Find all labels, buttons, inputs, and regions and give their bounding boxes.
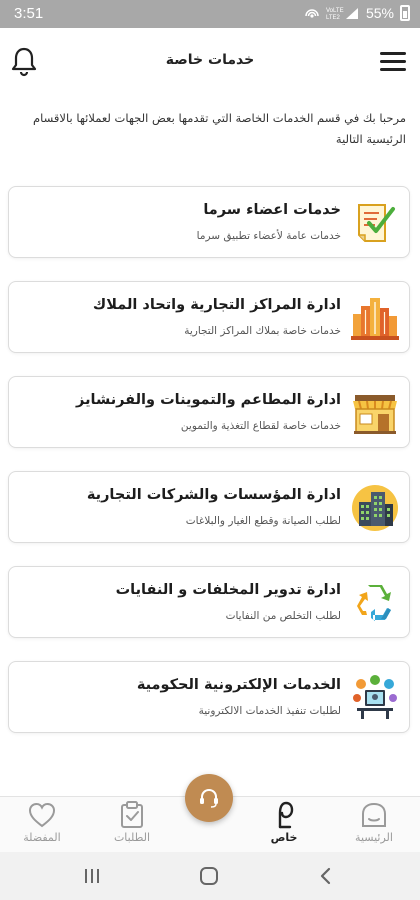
service-card-companies[interactable]: ادارة المؤسسات والشركات التجارية لطلب ال… [8,471,410,543]
checklist-document-icon [358,204,395,242]
service-subtitle: لطلب الصيانة وقطع الغيار والبلاغات [185,515,341,527]
service-title: ادارة المراكز التجارية واتحاد الملاك [92,297,341,313]
menu-icon[interactable] [380,52,406,72]
battery-percent: 55% [365,5,394,21]
app-header: خدمات خاصة [0,28,420,94]
back-icon[interactable] [316,866,336,886]
intro-text: مرحبا بك في قسم الخدمات الخاصة التي تقدم… [33,111,406,146]
home-button-icon[interactable] [198,866,220,886]
home-icon [362,802,386,827]
nav-label: خاص [270,831,298,844]
service-subtitle: خدمات خاصة لقطاع التغذية والتموين [180,420,341,432]
service-card-sarma-members[interactable]: خدمات اعضاء سرما خدمات عامة لأعضاء تطبيق… [8,186,410,258]
battery-icon [400,5,410,21]
nav-label: الطلبات [113,831,151,844]
service-card-recycling[interactable]: ادارة تدوير المخلفات و النفايات لطلب الت… [8,566,410,638]
service-title: ادارة المطاعم والتموينات والفرنشايز [76,392,341,408]
system-nav-bar [0,852,420,900]
storefront-icon [353,395,397,434]
status-bar: 3:51 VoLTE LTE2 55% [0,0,420,28]
service-title: ادارة المؤسسات والشركات التجارية [86,487,341,503]
nav-favorites[interactable]: المفضلة [10,801,74,851]
nav-requests[interactable]: الطلبات [100,801,164,851]
headset-icon [200,788,218,808]
service-card-commercial-centers[interactable]: ادارة المراكز التجارية واتحاد الملاك خدم… [8,281,410,353]
services-list: خدمات اعضاء سرما خدمات عامة لأعضاء تطبيق… [8,186,410,756]
service-title: ادارة تدوير المخلفات و النفايات [115,582,341,598]
clipboard-check-icon [121,801,143,828]
nav-label: الرئيسية [355,831,393,844]
status-time: 3:51 [14,5,44,22]
service-subtitle: خدمات خاصة بملاك المراكز التجارية [184,325,341,337]
nav-home[interactable]: الرئيسية [342,801,406,851]
private-services-icon [278,801,294,829]
buildings-icon [351,298,399,340]
recycle-icon [357,585,391,621]
service-card-e-government[interactable]: الخدمات الإلكترونية الحكومية لطلبات تنفي… [8,661,410,733]
service-title: خدمات اعضاء سرما [203,202,341,218]
service-subtitle: لطلبات تنفيذ الخدمات الالكترونية [198,705,341,717]
signal-icon: VoLTE LTE2 [326,8,358,20]
service-subtitle: خدمات عامة لأعضاء تطبيق سرما [196,230,341,242]
hotspot-icon [305,9,319,18]
service-card-restaurants[interactable]: ادارة المطاعم والتموينات والفرنشايز خدما… [8,376,410,448]
svg-text:VoLTE: VoLTE [326,8,344,14]
recent-apps-icon[interactable] [82,866,102,886]
page-title: خدمات خاصة [165,52,255,68]
service-title: الخدمات الإلكترونية الحكومية [136,677,341,693]
nav-private[interactable]: خاص [252,801,316,851]
heart-icon [28,802,56,828]
svg-text:LTE2: LTE2 [326,15,341,20]
nav-label: المفضلة [23,831,61,844]
service-subtitle: لطلب التخلص من النفايات [225,610,341,622]
status-icons: VoLTE LTE2 55% [304,5,410,21]
e-government-icon [353,675,397,719]
office-towers-icon [352,485,398,531]
support-fab[interactable] [185,774,233,822]
